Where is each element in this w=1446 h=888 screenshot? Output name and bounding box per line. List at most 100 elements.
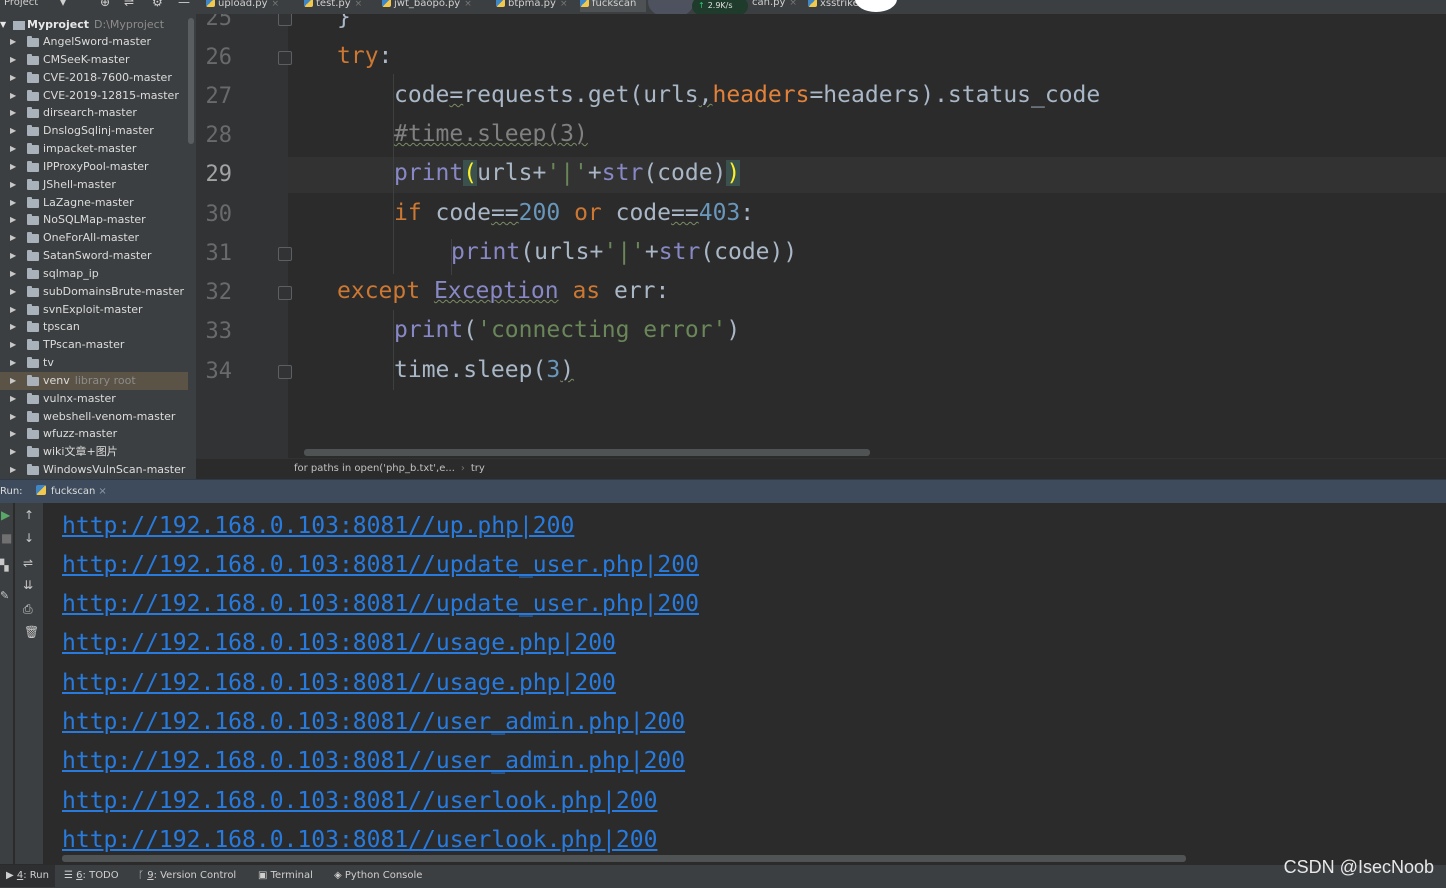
chevron-right-icon[interactable]: ▶ [10, 33, 16, 51]
chevron-right-icon[interactable]: ▶ [10, 425, 16, 443]
tree-item[interactable]: ▶ wiki文章+图片 [0, 443, 188, 461]
tree-item[interactable]: ▶ impacket-master [0, 140, 188, 158]
tree-item[interactable]: ▶ IPProxyPool-master [0, 158, 188, 176]
chevron-right-icon[interactable]: ▶ [10, 158, 16, 176]
breadcrumb-item[interactable]: for paths in open('php_b.txt',e... [294, 463, 455, 474]
tree-item[interactable]: ▶ tpscan [0, 318, 188, 336]
tool-todo-button[interactable]: ☰ 6: TODO [58, 865, 125, 887]
scroll-to-end-icon[interactable]: ⇊ [23, 578, 33, 592]
tree-item[interactable]: ▶ webshell-venom-master [0, 408, 188, 426]
console-output-link[interactable]: http://192.168.0.103:8081//user_admin.ph… [62, 748, 685, 774]
close-icon[interactable]: × [272, 0, 280, 9]
chevron-down-icon[interactable]: ▼ [0, 16, 6, 34]
tab-fuckscan[interactable]: fuckscan [580, 0, 647, 12]
tree-item[interactable]: ▶ WindowsVulnScan-master [0, 461, 188, 479]
tab-btpma[interactable]: btpma.py × [496, 0, 567, 12]
run-tab-fuckscan[interactable]: fuckscan × [30, 480, 115, 504]
chevron-right-icon[interactable]: ▶ [10, 87, 16, 105]
arrow-down-icon[interactable]: ↓ [24, 531, 34, 545]
tree-item[interactable]: ▶ DnslogSqlinj-master [0, 122, 188, 140]
chevron-right-icon[interactable]: ▶ [10, 176, 16, 194]
tree-item[interactable]: ▶ vulnx-master [0, 390, 188, 408]
chevron-right-icon[interactable]: ▶ [10, 211, 16, 229]
tree-item[interactable]: ▶ LaZagne-master [0, 194, 188, 212]
close-icon[interactable]: × [464, 0, 472, 9]
rerun-icon[interactable]: ▶ [1, 508, 10, 522]
fold-marker-icon[interactable] [278, 247, 292, 261]
console-output-link[interactable]: http://192.168.0.103:8081//usage.php|200 [62, 670, 616, 696]
tree-item[interactable]: ▶ SatanSword-master [0, 247, 188, 265]
chevron-right-icon[interactable]: ▶ [10, 336, 16, 354]
chevron-right-icon[interactable]: ▶ [10, 229, 16, 247]
chevron-right-icon[interactable]: ▶ [10, 247, 16, 265]
tree-scrollbar[interactable] [188, 18, 194, 144]
tree-item[interactable]: ▶ OneForAll-master [0, 229, 188, 247]
run-console[interactable]: http://192.168.0.103:8081//up.php|200 ht… [43, 503, 1446, 864]
chevron-right-icon[interactable]: ▶ [10, 104, 16, 122]
tab-xsstrike[interactable]: xsstrike [808, 0, 859, 12]
close-icon[interactable]: × [355, 0, 363, 9]
chevron-right-icon[interactable]: ▶ [10, 461, 16, 479]
tool-terminal-button[interactable]: ▣ Terminal [252, 865, 319, 887]
fold-marker-icon[interactable] [278, 365, 292, 379]
tree-item[interactable]: ▶ CVE-2019-12815-master [0, 87, 188, 105]
chevron-right-icon[interactable]: ▶ [10, 390, 16, 408]
console-output-link[interactable]: http://192.168.0.103:8081//up.php|200 [62, 513, 574, 539]
tree-item[interactable]: ▶ wfuzz-master [0, 425, 188, 443]
tree-root[interactable]: ▼ Myproject D:\Myproject [0, 16, 196, 34]
console-horizontal-scrollbar[interactable] [62, 855, 1186, 862]
fold-marker-icon[interactable] [278, 51, 292, 65]
chevron-right-icon[interactable]: ▶ [10, 443, 16, 461]
soft-wrap-icon[interactable]: ⇌ [23, 556, 33, 570]
tree-item[interactable]: ▶ venv library root [0, 371, 188, 390]
tab-upload[interactable]: upload.py × [206, 0, 279, 12]
breadcrumb-item[interactable]: try [471, 463, 485, 474]
tab-jwt-baopo[interactable]: jwt_baopo.py × [382, 0, 472, 12]
console-output-link[interactable]: http://192.168.0.103:8081//userlook.php|… [62, 788, 657, 814]
close-icon[interactable]: × [789, 0, 797, 8]
chevron-right-icon[interactable]: ▶ [10, 408, 16, 426]
code-editor[interactable]: 25 26 27 28 29 30 31 32 33 34 } try: cod… [196, 14, 1446, 458]
chevron-right-icon[interactable]: ▶ [10, 301, 16, 319]
arrow-up-icon[interactable]: ↑ [24, 508, 34, 522]
chevron-right-icon[interactable]: ▶ [10, 265, 16, 283]
fold-marker-icon[interactable] [278, 286, 292, 300]
tree-item[interactable]: ▶ subDomainsBrute-master [0, 283, 188, 301]
hide-icon[interactable]: — [178, 0, 190, 8]
close-icon[interactable]: × [98, 486, 106, 497]
tree-item[interactable]: ▶ CVE-2018-7600-master [0, 69, 188, 87]
tool-python-console-button[interactable]: ◈ Python Console [328, 865, 428, 887]
layout-icon[interactable]: ▚ [0, 559, 8, 572]
tree-item[interactable]: ▶ dirsearch-master [0, 104, 188, 122]
print-icon[interactable]: ⎙ [23, 602, 33, 617]
tree-item[interactable]: ▶ JShell-master [0, 176, 188, 194]
gear-icon[interactable]: ⚙ [152, 0, 163, 8]
tab-can[interactable]: can.py × [752, 0, 797, 12]
collapse-icon[interactable]: ⇌ [124, 0, 134, 8]
console-output-link[interactable]: http://192.168.0.103:8081//userlook.php|… [62, 827, 657, 853]
console-output-link[interactable]: http://192.168.0.103:8081//usage.php|200 [62, 630, 616, 656]
project-view-dropdown[interactable]: Project ▾ ⊕ ⇌ ⚙ — [0, 0, 196, 14]
tree-item[interactable]: ▶ sqlmap_ip [0, 265, 188, 283]
chevron-right-icon[interactable]: ▶ [10, 194, 16, 212]
tool-run-button[interactable]: ▶ 4: Run [0, 865, 55, 887]
tree-item[interactable]: ▶ AngelSword-master [0, 33, 188, 51]
pin-icon[interactable]: ✎ [0, 589, 9, 602]
tree-item[interactable]: ▶ tv [0, 354, 188, 372]
editor-horizontal-scrollbar[interactable] [304, 449, 870, 456]
chevron-right-icon[interactable]: ▶ [10, 51, 16, 69]
console-output-link[interactable]: http://192.168.0.103:8081//user_admin.ph… [62, 709, 685, 735]
tree-item[interactable]: ▶ svnExploit-master [0, 301, 188, 319]
fold-marker-icon[interactable] [278, 14, 292, 26]
tool-version-control-button[interactable]: ᚴ 9: Version Control [132, 865, 242, 887]
chevron-right-icon[interactable]: ▶ [10, 318, 16, 336]
trash-icon[interactable]: 🗑 [24, 625, 39, 639]
tab-test[interactable]: test.py × [304, 0, 362, 12]
chevron-right-icon[interactable]: ▶ [10, 122, 16, 140]
stop-icon[interactable]: ■ [1, 531, 12, 545]
chevron-right-icon[interactable]: ▶ [10, 354, 16, 372]
chevron-right-icon[interactable]: ▶ [10, 372, 16, 390]
tree-item[interactable]: ▶ NoSQLMap-master [0, 211, 188, 229]
locate-icon[interactable]: ⊕ [100, 0, 110, 8]
close-icon[interactable]: × [560, 0, 568, 9]
